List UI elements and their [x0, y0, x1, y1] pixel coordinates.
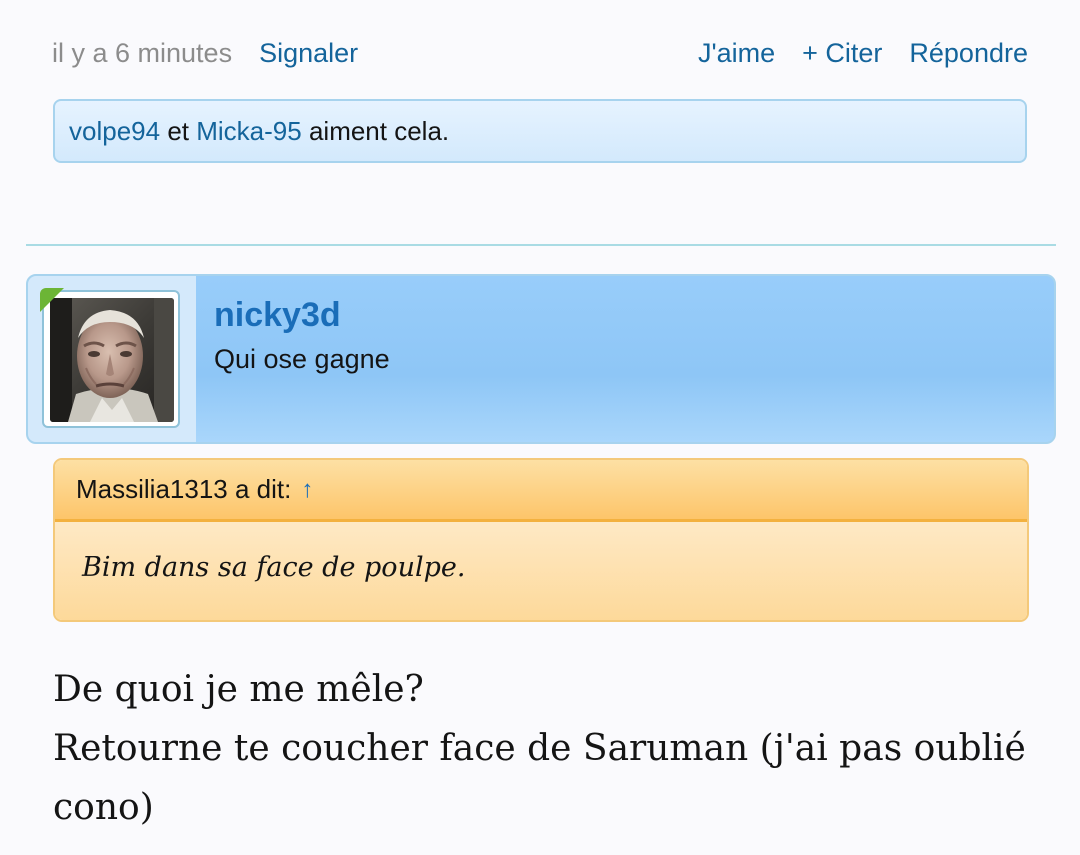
reply-link[interactable]: Répondre	[909, 38, 1028, 69]
message-line: De quoi je me mêle?	[53, 669, 424, 710]
avatar-panel	[28, 276, 196, 442]
likes-connector: et	[167, 115, 189, 146]
forum-page: il y a 6 minutes Signaler J'aime + Citer…	[0, 0, 1080, 855]
liker-link-micka-95[interactable]: Micka-95	[196, 116, 301, 147]
online-status-icon	[40, 288, 64, 312]
message-user-header: nicky3d Qui ose gagne	[26, 274, 1056, 444]
post-divider	[26, 244, 1056, 246]
post-footer: il y a 6 minutes Signaler J'aime + Citer…	[52, 30, 1028, 76]
liker-link-volpe94[interactable]: volpe94	[69, 116, 160, 147]
likes-suffix: aiment cela.	[308, 115, 450, 146]
quote-link[interactable]: + Citer	[802, 38, 882, 69]
quote-header: Massilia1313 a dit: ↑	[55, 460, 1027, 522]
quote-author: Massilia1313 a dit:	[76, 474, 292, 504]
quote-block: Massilia1313 a dit: ↑ Bim dans sa face d…	[53, 458, 1029, 622]
message-line: Retourne te coucher face de Saruman (j'a…	[53, 728, 1026, 828]
message-body: De quoi je me mêle? Retourne te coucher …	[53, 660, 1043, 837]
user-title: Qui ose gagne	[214, 344, 390, 374]
quote-text: Bim dans sa face de poulpe.	[55, 522, 1027, 620]
username-link[interactable]: nicky3d	[214, 296, 341, 335]
like-link[interactable]: J'aime	[698, 38, 775, 69]
post-timestamp: il y a 6 minutes	[52, 37, 233, 68]
report-link[interactable]: Signaler	[259, 38, 358, 69]
user-avatar-photo-icon[interactable]	[50, 298, 174, 422]
likes-summary: volpe94 et Micka-95 aiment cela.	[53, 99, 1027, 163]
jump-to-quote-arrow-icon[interactable]: ↑	[301, 476, 313, 504]
